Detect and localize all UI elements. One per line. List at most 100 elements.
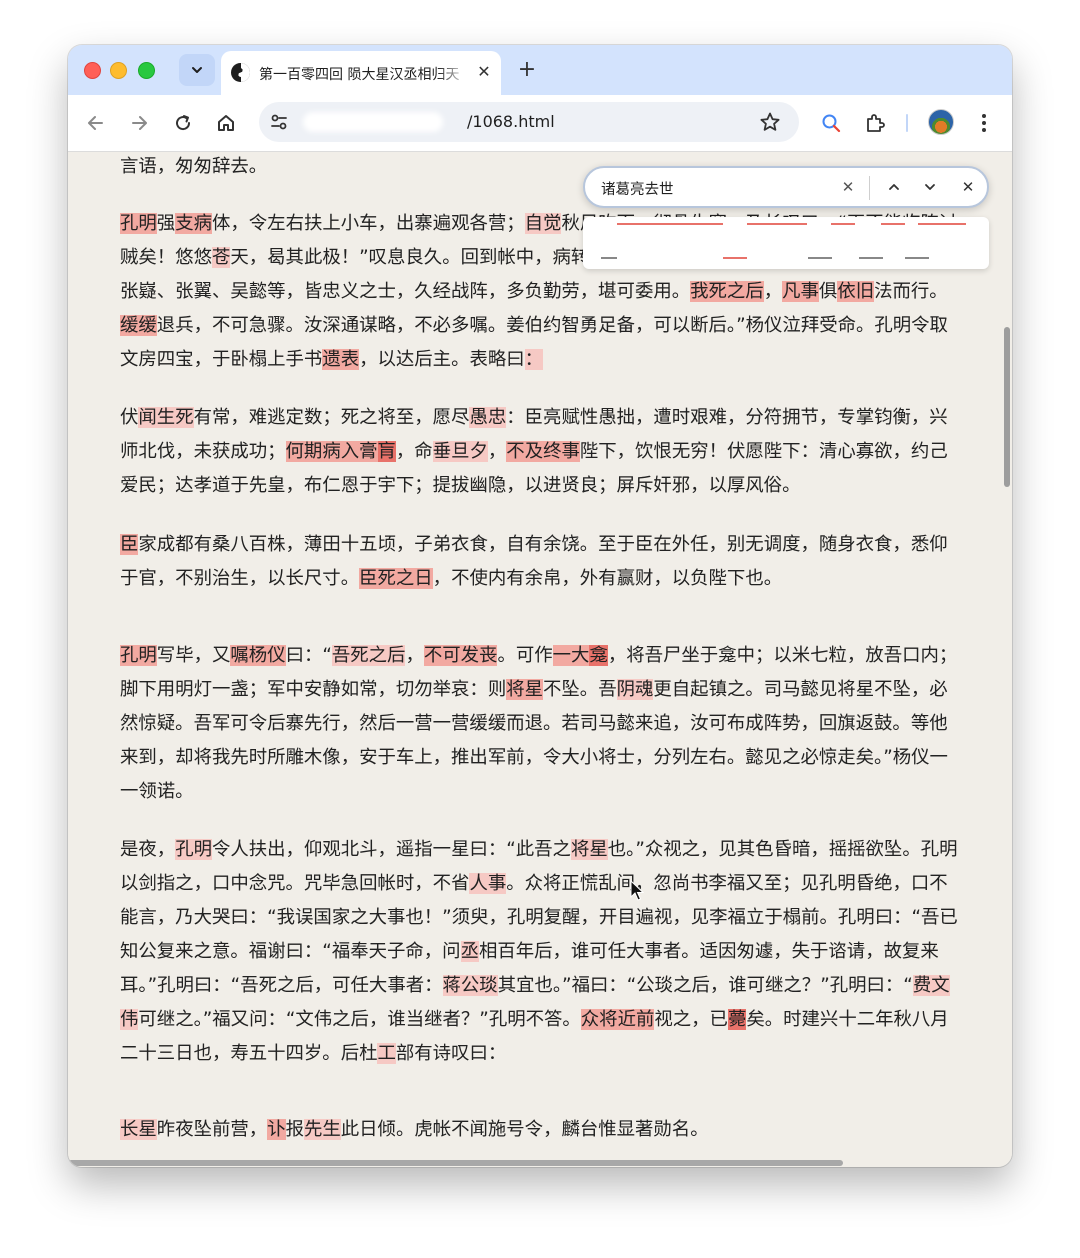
find-divider <box>869 176 870 200</box>
suggestion-underline <box>723 257 747 259</box>
url-redaction <box>303 112 443 132</box>
find-match-highlight: 不及终事 <box>506 441 580 462</box>
text-run: 有常，难逃定数；死之将至，愿尽 <box>193 407 470 428</box>
find-match-highlight: 近前 <box>617 1009 655 1030</box>
find-match-highlight: 长星 <box>120 1119 157 1140</box>
text-run: 令人扶出，仰观北斗，遥指一星曰：“此吾之 <box>211 839 571 860</box>
home-button[interactable] <box>212 109 240 137</box>
text-run: 写毕，又 <box>156 645 231 666</box>
find-match-highlight: 何期病入膏 <box>285 441 378 462</box>
find-previous-button[interactable] <box>883 176 905 198</box>
tab-title: 第一百零四回 陨大星汉丞相归天 <box>259 67 460 83</box>
find-match-highlight: 薨 <box>727 1009 747 1030</box>
find-match-highlight: 蒋公琰 <box>442 975 498 996</box>
tab-search-button[interactable] <box>179 54 215 86</box>
text-run: 陛下，饮恨无穷！伏愿陛下：清心 <box>579 441 856 462</box>
find-match-highlight: 人事 <box>469 873 507 894</box>
mouse-cursor-icon <box>630 880 644 901</box>
close-window-button[interactable] <box>84 62 101 79</box>
suggestion-underline <box>905 257 929 259</box>
arrow-right-icon <box>132 116 147 130</box>
find-match-highlight: 闻生死 <box>138 407 194 428</box>
text-run: 报 <box>285 1119 304 1140</box>
chevron-down-icon <box>192 67 202 73</box>
puzzle-icon <box>867 114 885 132</box>
text-run: 此日倾。虎帐不闻施号令，麟台惟显著勋名。 <box>340 1119 709 1140</box>
find-match-highlight: 肓 <box>377 441 396 462</box>
find-match-highlight: 工 <box>377 1043 396 1064</box>
text-run: 其宜也。”福曰：“公琰 <box>497 975 674 996</box>
find-match-highlight: 臣 <box>120 534 139 555</box>
extensions-button[interactable] <box>861 109 889 137</box>
paragraph-2: 伏闻生死有常，难逃定数；死之将至，愿尽愚忠：臣亮赋性愚拙，遭时艰难，分符拥节，专… <box>120 401 960 503</box>
find-match-highlight: 将星 <box>570 839 608 860</box>
search-icon <box>822 114 841 133</box>
find-match-highlight: 愚忠 <box>469 407 507 428</box>
find-close-button[interactable]: ✕ <box>957 176 979 198</box>
vertical-scrollbar[interactable] <box>1004 327 1010 487</box>
find-match-highlight: 众将 <box>580 1009 618 1030</box>
bookmark-button[interactable] <box>759 111 781 133</box>
home-icon <box>218 115 234 131</box>
text-run: 之后，谁可继之？”孔明曰：“ <box>673 975 913 996</box>
site-info-button[interactable] <box>269 112 289 132</box>
tab-strip: 第一百零四回 陨大星汉丞相归天 ✕ + <box>68 45 1012 95</box>
find-match-highlight: 讣 <box>267 1119 286 1140</box>
find-input[interactable]: 诸葛亮去世 <box>601 178 674 199</box>
text-run: 曰：“ <box>285 645 332 666</box>
find-match-highlight: 不可发丧 <box>423 645 498 666</box>
text-run: 体，令左右扶上小车，出寨遍观各营； <box>212 213 525 234</box>
menu-button[interactable] <box>970 109 998 137</box>
address-bar[interactable]: /1068.html <box>259 102 799 142</box>
new-tab-button[interactable]: + <box>514 57 540 83</box>
text-run: 强 <box>156 213 176 234</box>
text-run: 更自起镇之。司马懿见将 <box>653 679 856 700</box>
forward-button[interactable] <box>125 109 153 137</box>
reload-icon <box>176 115 191 131</box>
text-run: 也。”众视之，见其色昏暗，摇摇欲 <box>607 839 884 860</box>
text-run: ， <box>763 281 783 302</box>
tune-icon <box>271 114 287 130</box>
browser-toolbar: /1068.html <box>68 95 1012 152</box>
find-match-highlight: 嘱杨仪 <box>230 645 286 666</box>
suggestion-underline <box>918 223 966 225</box>
find-match-highlight: 苍 <box>211 247 231 268</box>
text-run: 。可作 <box>497 645 553 666</box>
text-run: 相百年后，谁可任大事者。适 <box>478 941 719 962</box>
find-match-highlight: 垂旦夕 <box>432 441 488 462</box>
profile-avatar[interactable] <box>928 109 954 135</box>
find-match-highlight: 自觉 <box>524 213 562 234</box>
url-text: /1068.html <box>467 112 555 131</box>
tab-close-button[interactable]: ✕ <box>473 61 495 83</box>
text-run: 退兵，不可急骤。汝深通谋略，不必多嘱。姜伯约智勇足备，可以断后。”杨 <box>156 315 765 336</box>
text-run: ，以达后主。表略曰 <box>359 349 525 370</box>
text-run: 不坠。吾 <box>543 679 617 700</box>
find-match-highlight: 孔明 <box>120 645 157 666</box>
back-button[interactable] <box>82 109 110 137</box>
find-clear-button[interactable]: ✕ <box>837 176 859 198</box>
toolbar-divider <box>906 114 908 132</box>
find-match-highlight: 将星 <box>506 679 544 700</box>
suggestion-underline <box>859 257 883 259</box>
kebab-menu-icon <box>982 114 986 132</box>
text-run: ，命 <box>395 441 433 462</box>
find-next-button[interactable] <box>919 176 941 198</box>
text-run: 可继之。”福又问：“文伟之后，谁当继者？”孔明不答。 <box>138 1009 581 1030</box>
find-match-highlight: 孔明 <box>120 213 157 234</box>
find-match-highlight: 臣死之日 <box>359 568 433 589</box>
find-match-highlight: 一大 <box>552 645 590 666</box>
horizontal-scrollbar[interactable] <box>68 1160 843 1166</box>
maximize-window-button[interactable] <box>138 62 155 79</box>
text-run: ：臣亮赋性愚拙，遭时艰难，分符拥节，专掌钧 <box>506 407 893 428</box>
paragraph-3: 臣家成都有桑八百株，薄田十五顷，子弟衣食，自有余饶。至于臣在外任，别无调度，随身… <box>120 528 960 596</box>
suggestion-underline <box>808 257 832 259</box>
text-run: 部有诗叹曰： <box>395 1043 507 1064</box>
find-match-highlight: 龛 <box>589 645 608 666</box>
active-tab[interactable]: 第一百零四回 陨大星汉丞相归天 ✕ <box>221 51 501 95</box>
find-match-highlight: 阴魂 <box>616 679 654 700</box>
reload-button[interactable] <box>169 109 197 137</box>
search-button[interactable] <box>817 109 845 137</box>
minimize-window-button[interactable] <box>110 62 127 79</box>
text-run: 法而行。 <box>874 281 948 302</box>
find-match-highlight: 我死之后 <box>690 281 764 302</box>
